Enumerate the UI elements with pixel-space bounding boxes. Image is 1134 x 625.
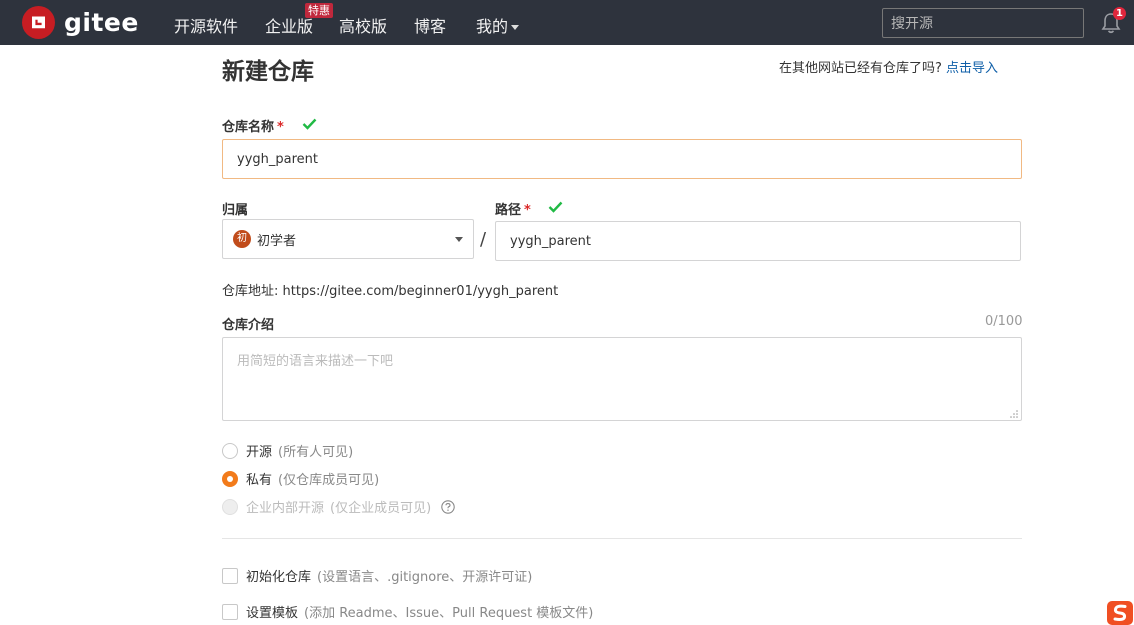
radio-private-hint: (仅仓库成员可见) <box>278 473 380 488</box>
radio-enterprise <box>222 498 238 515</box>
init-repo-checkbox[interactable] <box>222 567 238 584</box>
check-icon <box>302 118 317 130</box>
repo-name-input[interactable]: yygh_parent <box>222 139 1022 179</box>
radio-enterprise-label: 企业内部开源 <box>246 501 325 516</box>
template-option[interactable]: 设置模板 (添加 Readme、Issue、Pull Request 模板文件) <box>222 602 593 621</box>
repo-name-label: 仓库名称 * <box>222 116 284 135</box>
radio-private-label: 私有 <box>246 473 273 488</box>
path-separator: / <box>480 229 487 250</box>
repo-address-label: 仓库地址: <box>222 284 279 299</box>
divider <box>222 538 1022 539</box>
radio-enterprise-hint: (仅企业成员可见) <box>330 501 432 516</box>
help-icon[interactable] <box>441 499 455 514</box>
visibility-enterprise-option: 企业内部开源 (仅企业成员可见) <box>222 497 455 516</box>
input-method-icon[interactable] <box>1106 600 1134 625</box>
gitee-logo-icon <box>22 6 55 39</box>
check-icon <box>548 201 563 213</box>
init-repo-label: 初始化仓库 <box>246 570 312 585</box>
avatar: 初 <box>233 230 251 248</box>
radio-private[interactable] <box>222 470 238 487</box>
required-mark: * <box>277 120 284 135</box>
path-label: 路径 * <box>495 199 531 218</box>
template-checkbox[interactable] <box>222 603 238 620</box>
nav-open-source[interactable]: 开源软件 <box>174 13 238 37</box>
promo-badge: 特惠 <box>305 3 333 18</box>
search-input[interactable] <box>882 8 1084 38</box>
radio-public-label: 开源 <box>246 445 273 460</box>
required-mark: * <box>524 203 531 218</box>
path-input[interactable]: yygh_parent <box>495 221 1021 261</box>
owner-value: 初学者 <box>257 233 297 249</box>
visibility-public-option[interactable]: 开源 (所有人可见) <box>222 441 353 460</box>
page-title: 新建仓库 <box>222 59 314 85</box>
import-hint-text: 在其他网站已经有仓库了吗? <box>779 61 942 76</box>
repo-address: 仓库地址: https://gitee.com/beginner01/yygh_… <box>222 280 558 299</box>
path-label-text: 路径 <box>495 203 522 218</box>
nav-blog[interactable]: 博客 <box>414 13 446 37</box>
intro-textarea[interactable]: 用简短的语言来描述一下吧 <box>222 337 1022 421</box>
intro-label: 仓库介绍 <box>222 318 275 333</box>
logo-text: gitee <box>64 8 139 37</box>
nav-education[interactable]: 高校版 <box>339 13 387 37</box>
init-repo-option[interactable]: 初始化仓库 (设置语言、.gitignore、开源许可证) <box>222 566 532 585</box>
nav-mine[interactable]: 我的 <box>476 13 520 37</box>
resize-handle-icon[interactable] <box>1010 410 1018 418</box>
intro-char-counter: 0/100 <box>985 314 1023 329</box>
notification-count-badge: 1 <box>1113 7 1126 20</box>
import-hint: 在其他网站已经有仓库了吗? 点击导入 <box>779 57 998 76</box>
top-navbar: gitee 开源软件 企业版 特惠 高校版 博客 我的 1 <box>0 0 1134 45</box>
repo-name-label-text: 仓库名称 <box>222 120 275 135</box>
template-hint: (添加 Readme、Issue、Pull Request 模板文件) <box>304 606 594 621</box>
nav-mine-label: 我的 <box>476 17 509 36</box>
repo-address-value: https://gitee.com/beginner01/yygh_parent <box>282 284 559 299</box>
import-link[interactable]: 点击导入 <box>946 61 998 76</box>
init-repo-hint: (设置语言、.gitignore、开源许可证) <box>317 570 533 585</box>
visibility-private-option[interactable]: 私有 (仅仓库成员可见) <box>222 469 379 488</box>
radio-public-hint: (所有人可见) <box>278 445 354 460</box>
radio-public[interactable] <box>222 442 238 459</box>
owner-label: 归属 <box>222 203 249 218</box>
chevron-down-icon <box>511 25 520 30</box>
gitee-logo[interactable]: gitee <box>22 6 139 39</box>
owner-select[interactable]: 初 初学者 <box>222 219 474 259</box>
template-label: 设置模板 <box>246 606 299 621</box>
dropdown-caret-icon <box>455 237 463 242</box>
